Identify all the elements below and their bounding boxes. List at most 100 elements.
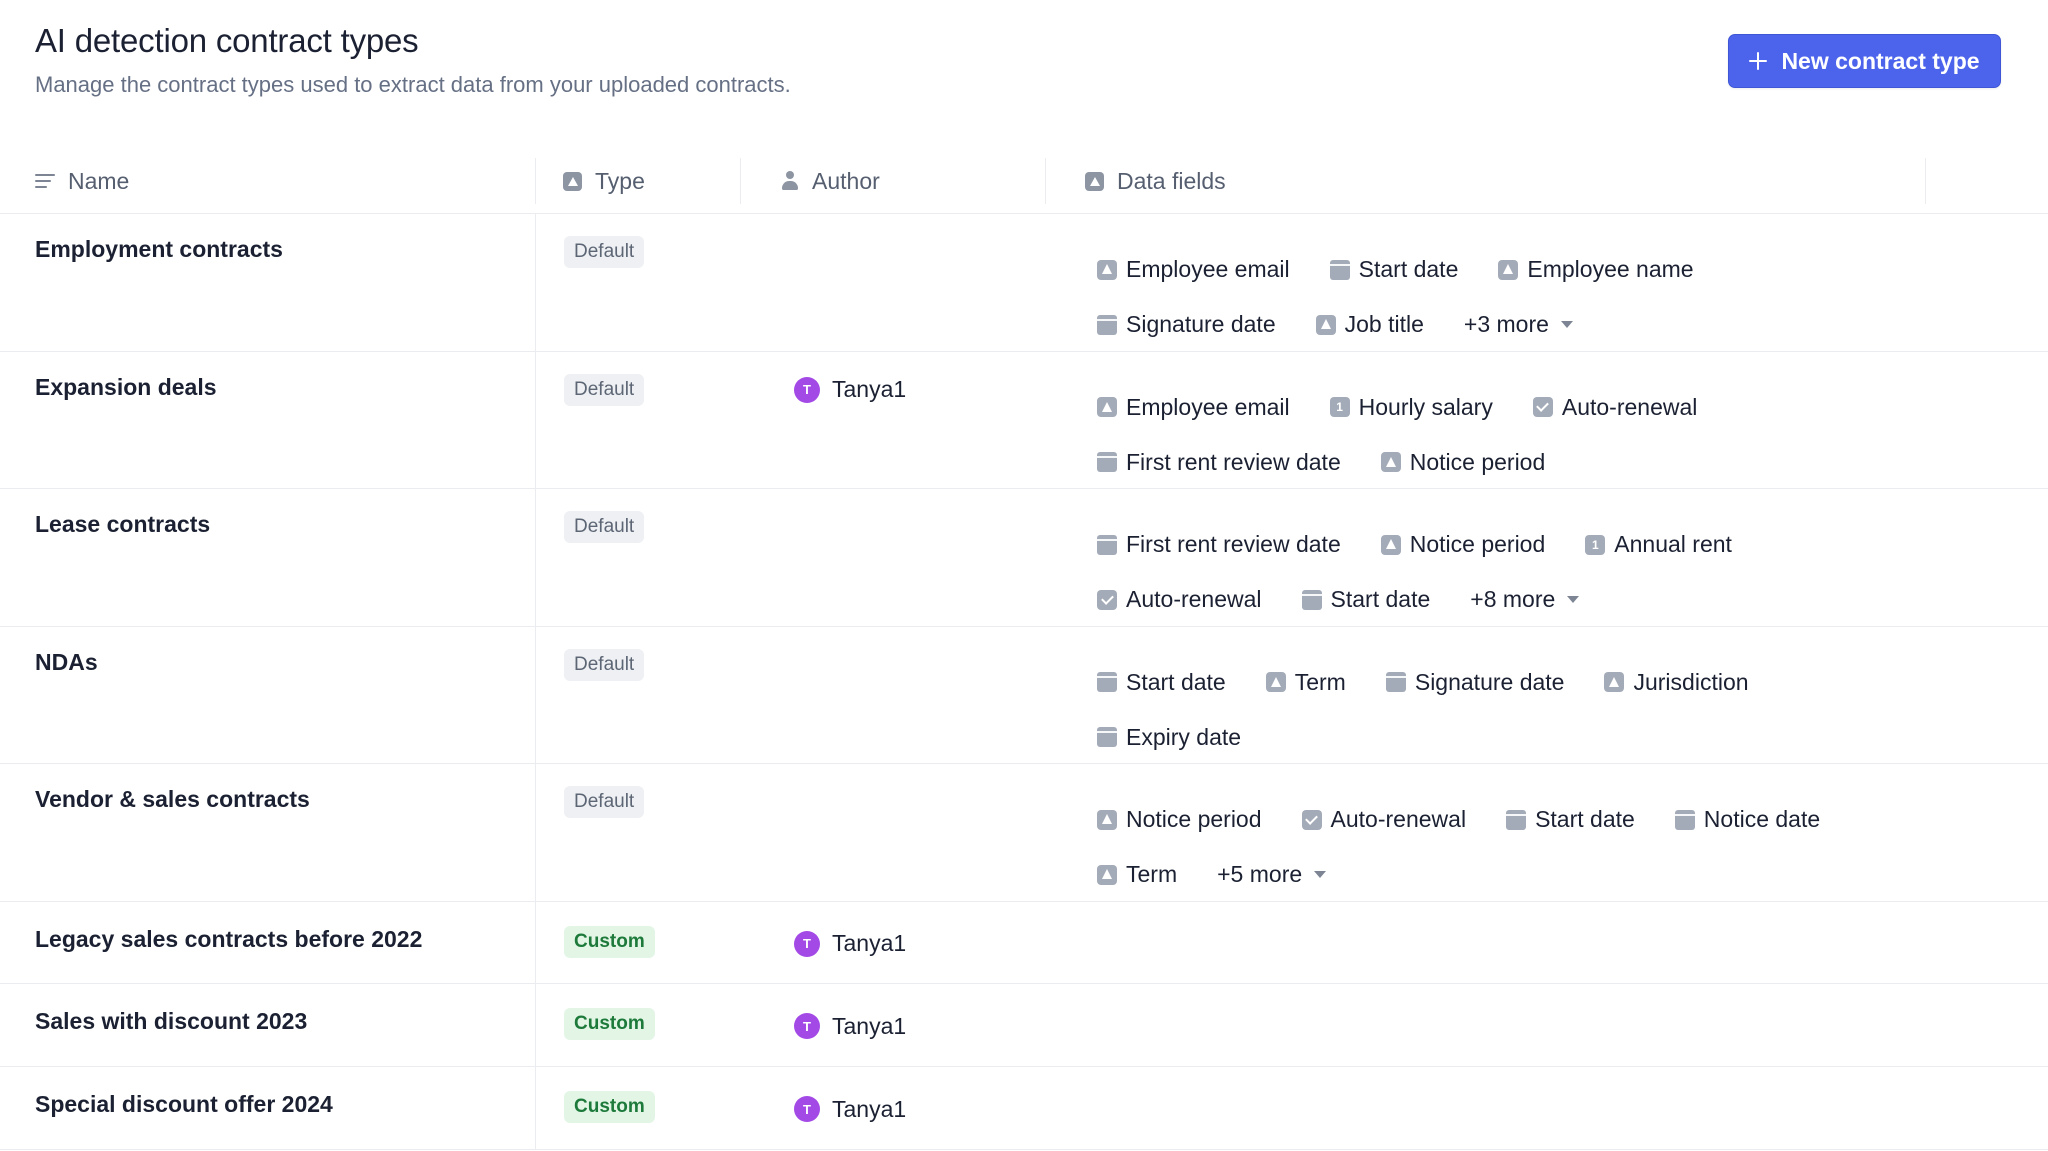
data-fields-line: First rent review date Notice period 1 Annu… xyxy=(1097,517,1997,572)
caret-down-icon xyxy=(1567,596,1580,603)
data-fields-cell: Employee email 1 Hourly salary Auto-renewal… xyxy=(1097,380,1997,490)
table-row[interactable]: Expansion deals Default T Tanya1 Employee em… xyxy=(0,351,2048,490)
data-field: Start date xyxy=(1329,256,1458,283)
calendar-icon xyxy=(1385,672,1406,692)
table-row[interactable]: Vendor & sales contracts Default Notice pe… xyxy=(0,764,2048,902)
more-fields-label: +8 more xyxy=(1470,586,1556,612)
number-field-icon: 1 xyxy=(1329,397,1350,417)
contract-type-name[interactable]: NDAs xyxy=(35,649,98,676)
column-header-data-fields-label: Data fields xyxy=(1117,167,1226,194)
contract-type-name[interactable]: Vendor & sales contracts xyxy=(35,786,310,813)
data-fields-line: Employee email 1 Hourly salary Auto-renewal xyxy=(1097,380,1997,435)
contract-type-name[interactable]: Expansion deals xyxy=(35,374,217,401)
data-field: Start date xyxy=(1301,586,1430,613)
column-divider xyxy=(535,764,536,901)
data-fields-line: Auto-renewal Start date +8 more xyxy=(1097,572,1997,627)
type-badge: Custom xyxy=(564,1008,655,1041)
text-field-icon xyxy=(1265,672,1286,692)
data-field: First rent review date xyxy=(1097,531,1341,558)
data-fields-cell: Start date Term Signature date Jurisdiction… xyxy=(1097,655,1997,765)
table-row[interactable]: Special discount offer 2024 Custom T Tanya1 xyxy=(0,1067,2048,1150)
calendar-icon xyxy=(1097,314,1117,335)
text-field-icon xyxy=(1380,534,1401,555)
data-field: Auto-renewal xyxy=(1097,586,1262,613)
table-row[interactable]: Legacy sales contracts before 2022 Custom… xyxy=(0,901,2048,985)
column-divider xyxy=(535,158,536,204)
data-field-label: Term xyxy=(1294,668,1346,695)
text-field-icon xyxy=(1315,314,1336,335)
more-fields-toggle[interactable]: +5 more xyxy=(1217,861,1327,888)
column-divider xyxy=(740,158,741,204)
avatar: T xyxy=(794,930,820,957)
data-fields-line: Employee email Start date Employee name xyxy=(1097,242,1997,297)
page-subtitle: Manage the contract types used to extrac… xyxy=(35,72,791,97)
text-field-icon xyxy=(1498,259,1519,280)
data-field: Employee email xyxy=(1097,394,1290,421)
data-field-label: Employee email xyxy=(1126,393,1290,420)
author-cell: T Tanya1 xyxy=(794,1010,906,1042)
author-name: Tanya1 xyxy=(832,930,907,956)
data-field: Start date xyxy=(1506,806,1635,833)
plus-icon xyxy=(1749,52,1768,70)
type-badge: Custom xyxy=(564,925,655,958)
data-field: Notice period xyxy=(1097,806,1262,833)
column-header-author-label: Author xyxy=(812,167,880,194)
column-header-type[interactable]: Type xyxy=(563,148,645,214)
column-header-data-fields[interactable]: Data fields xyxy=(1085,148,1226,214)
calendar-icon xyxy=(1506,809,1527,830)
type-badge: Default xyxy=(564,373,645,406)
contract-type-name[interactable]: Legacy sales contracts before 2022 xyxy=(35,926,422,953)
table-row[interactable]: Lease contracts Default First rent review … xyxy=(0,489,2048,627)
more-fields-label: +5 more xyxy=(1217,861,1303,887)
data-field-label: Notice period xyxy=(1409,531,1546,557)
author-name: Tanya1 xyxy=(832,376,907,402)
data-field: Auto-renewal xyxy=(1532,394,1697,421)
text-type-icon xyxy=(1085,171,1104,191)
data-field-label: Hourly salary xyxy=(1358,393,1493,420)
contract-type-name[interactable]: Employment contracts xyxy=(35,236,283,263)
column-divider xyxy=(535,1067,536,1149)
data-fields-cell: First rent review date Notice period 1 Annu… xyxy=(1097,517,1997,627)
data-field-label: Auto-renewal xyxy=(1126,586,1262,612)
column-header-name[interactable]: Name xyxy=(35,148,129,214)
data-field: Notice period xyxy=(1380,449,1545,476)
data-field-label: Start date xyxy=(1535,806,1635,832)
new-contract-type-button[interactable]: New contract type xyxy=(1728,34,2001,88)
data-fields-cell: Employee email Start date Employee name Sig… xyxy=(1097,242,1997,352)
data-field: First rent review date xyxy=(1097,449,1341,476)
data-field: 1 Annual rent xyxy=(1585,531,1732,558)
table-row[interactable]: Employment contracts Default Employee emai… xyxy=(0,214,2048,352)
column-divider xyxy=(1045,158,1046,204)
data-field: Employee email xyxy=(1097,256,1290,283)
calendar-icon xyxy=(1674,809,1695,830)
table-row[interactable]: NDAs Default Start date Term Signature date J… xyxy=(0,626,2048,765)
author-cell: T Tanya1 xyxy=(794,928,906,960)
data-field: Employee name xyxy=(1498,256,1694,283)
contract-types-table: Name Type Author Data fields Employment … xyxy=(0,148,2048,1150)
data-field-label: Auto-renewal xyxy=(1330,806,1467,832)
data-fields-line: First rent review date Notice period xyxy=(1097,435,1997,490)
table-row[interactable]: Sales with discount 2023 Custom T Tanya1 xyxy=(0,984,2048,1068)
data-field: Term xyxy=(1097,861,1177,888)
data-fields-line: Signature date Job title +3 more xyxy=(1097,297,1997,352)
more-fields-toggle[interactable]: +3 more xyxy=(1464,311,1573,338)
calendar-icon xyxy=(1097,452,1117,472)
column-header-author[interactable]: Author xyxy=(781,148,880,214)
caret-down-icon xyxy=(1314,871,1327,878)
more-fields-toggle[interactable]: +8 more xyxy=(1470,586,1580,613)
text-field-icon xyxy=(1097,809,1117,830)
person-icon xyxy=(781,171,799,191)
contract-type-name[interactable]: Lease contracts xyxy=(35,511,210,538)
avatar: T xyxy=(794,1096,820,1123)
more-fields-label: +3 more xyxy=(1463,311,1549,337)
data-field-label: Notice period xyxy=(1126,806,1262,832)
contract-type-name[interactable]: Sales with discount 2023 xyxy=(35,1008,307,1035)
avatar: T xyxy=(794,376,820,403)
data-field: Expiry date xyxy=(1097,724,1241,751)
text-field-icon xyxy=(1097,864,1117,885)
column-divider xyxy=(535,901,536,984)
contract-type-name[interactable]: Special discount offer 2024 xyxy=(35,1091,333,1118)
data-field: Start date xyxy=(1097,669,1226,696)
data-field-label: Term xyxy=(1126,861,1178,887)
list-icon xyxy=(35,174,55,188)
